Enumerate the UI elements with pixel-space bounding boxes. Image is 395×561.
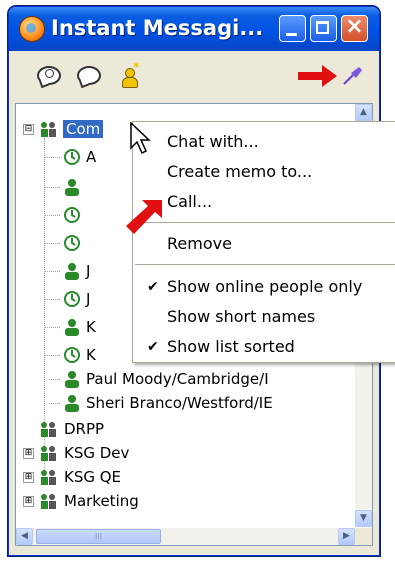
menu-item-chat-with[interactable]: Chat with... [167, 132, 259, 151]
group-icon [41, 446, 56, 461]
chat-icon[interactable] [37, 64, 61, 89]
menu-separator [135, 222, 395, 223]
menu-item-show-list-sorted[interactable]: Show list sorted [167, 337, 295, 356]
red-arrow-indicator [126, 200, 162, 234]
group-label: Marketing [64, 492, 139, 510]
checkmark-icon: ✔ [147, 279, 159, 295]
online-status-icon [64, 291, 80, 307]
minimize-icon [286, 33, 297, 36]
online-status-icon [64, 235, 80, 251]
group-row[interactable]: ⊟ Com [20, 118, 140, 140]
menu-item-call[interactable]: Call... [167, 192, 212, 211]
group-row[interactable]: ⊞ KSG QE [20, 466, 180, 488]
maximize-icon [316, 21, 329, 34]
close-icon: × [345, 14, 364, 39]
expand-icon[interactable]: ⊞ [23, 472, 34, 483]
minimize-button[interactable] [279, 15, 306, 42]
person-icon [65, 263, 79, 280]
add-person-icon[interactable]: * [121, 60, 145, 88]
person-icon [65, 371, 79, 388]
maximize-button[interactable] [310, 15, 337, 42]
expand-icon[interactable]: ⊞ [23, 496, 34, 507]
window-title: Instant Messagi... [51, 16, 264, 40]
person-icon [65, 395, 79, 412]
horizontal-scroll-thumb[interactable]: III [36, 529, 161, 544]
group-label: KSG Dev [64, 444, 130, 462]
group-icon [41, 494, 56, 509]
red-arrow-indicator [298, 65, 337, 87]
menu-item-remove[interactable]: Remove [167, 234, 232, 253]
mouse-cursor-icon [130, 122, 151, 155]
memo-icon[interactable] [77, 64, 101, 89]
horizontal-scrollbar[interactable]: ◀ III ▶ [16, 528, 355, 545]
group-icon [41, 470, 56, 485]
group-icon [41, 122, 56, 137]
menu-item-show-online-only[interactable]: Show online people only [167, 277, 362, 296]
online-status-icon [64, 149, 80, 165]
menu-separator [135, 264, 395, 265]
online-status-icon [64, 207, 80, 223]
app-globe-icon [19, 16, 45, 42]
group-row[interactable]: ⊞ Marketing [20, 490, 180, 512]
online-status-icon [64, 347, 80, 363]
menu-item-show-short-names[interactable]: Show short names [167, 307, 315, 326]
collapse-icon[interactable]: ⊟ [23, 124, 34, 135]
close-button[interactable]: × [341, 14, 368, 42]
contact-row[interactable]: Paul Moody/Cambridge/I [48, 368, 353, 390]
menu-item-create-memo[interactable]: Create memo to... [167, 162, 312, 181]
scroll-right-button[interactable]: ▶ [338, 528, 355, 545]
group-row[interactable]: DRPP [20, 418, 180, 440]
person-icon [65, 319, 79, 336]
scroll-up-button[interactable]: ▲ [355, 104, 372, 121]
context-menu: Chat with... Create memo to... Call... R… [132, 121, 395, 363]
toolbar: * [11, 54, 377, 98]
group-icon [41, 422, 56, 437]
person-icon [65, 179, 79, 196]
group-label: KSG QE [64, 468, 122, 486]
scroll-grip: III [94, 532, 103, 541]
scroll-left-button[interactable]: ◀ [16, 528, 33, 545]
group-row[interactable]: ⊞ KSG Dev [20, 442, 180, 464]
expand-icon[interactable]: ⊞ [23, 448, 34, 459]
scroll-corner [355, 528, 372, 545]
title-bar[interactable]: Instant Messagi... × [9, 7, 379, 51]
scroll-down-button[interactable]: ▼ [355, 510, 372, 527]
contact-row[interactable]: Sheri Branco/Westford/IE [48, 392, 353, 414]
pin-icon[interactable] [341, 64, 365, 88]
group-label: Com [63, 120, 104, 138]
group-label: DRPP [64, 420, 105, 438]
checkmark-icon: ✔ [147, 339, 159, 355]
